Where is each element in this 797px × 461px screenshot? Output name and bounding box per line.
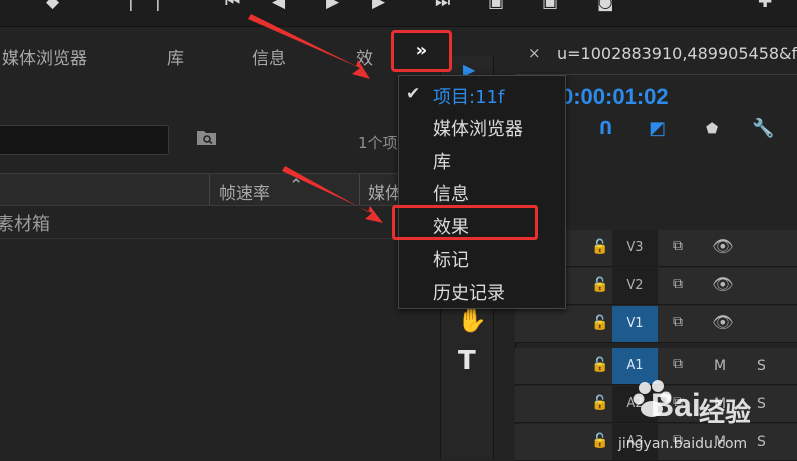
tab-libraries[interactable]: 库 (167, 44, 184, 69)
type-tool-icon[interactable]: T (458, 346, 476, 376)
panel-overflow-button[interactable]: » (391, 30, 452, 72)
tab-info[interactable]: 信息 (252, 44, 286, 69)
search-input[interactable] (0, 125, 169, 155)
export-frame-icon[interactable]: ◙ (597, 0, 614, 11)
panel-overflow-menu: ✔ 项目:11f 媒体浏览器 库 信息 效果 标记 历史记录 (398, 75, 566, 309)
track-target[interactable]: V2 (612, 268, 658, 304)
mark-out-icon[interactable]: | (155, 0, 161, 11)
menu-item-info[interactable]: 信息 (433, 180, 469, 206)
column-header: 帧速率 ⌃ 媒体 (0, 173, 402, 206)
lock-icon[interactable]: 🔓 (591, 315, 608, 331)
sync-lock-icon[interactable]: ⧉ (673, 238, 683, 254)
effects-highlight-box (392, 205, 538, 240)
menu-item-project[interactable]: 项目:11f (433, 83, 504, 109)
list-item[interactable] (0, 206, 398, 239)
column-frame-rate[interactable]: 帧速率 (219, 179, 270, 204)
track-target[interactable]: V1 (612, 306, 658, 342)
bin-label: 素材箱 (0, 214, 50, 235)
step-forward-icon[interactable]: ▶ (372, 0, 385, 11)
eye-icon[interactable]: 👁 (712, 275, 734, 295)
sync-lock-icon[interactable]: ⧉ (673, 356, 683, 372)
watermark-brand: Bai (651, 387, 701, 423)
sequence-title[interactable]: u=1002883910,489905458&fm=2 (557, 44, 797, 63)
go-to-in-icon[interactable]: ⏮ (225, 0, 240, 11)
tab-effects[interactable]: 效 (356, 44, 373, 69)
close-icon[interactable]: × (528, 44, 541, 62)
lock-icon[interactable]: 🔓 (591, 357, 608, 373)
marker-icon[interactable]: ◆ (46, 0, 59, 11)
item-count: 1个项 (358, 134, 398, 152)
check-icon: ✔ (406, 84, 421, 104)
eye-icon[interactable]: 👁 (712, 237, 734, 257)
mark-in-icon[interactable]: | (128, 0, 134, 11)
lock-icon[interactable]: 🔓 (591, 277, 608, 293)
watermark-brand-suffix: 经验 (699, 398, 752, 428)
transport-bar: ◆ | | ⏮ ◀ ▶ ▶ ⏭ ▣ ▣ ◙ ✚ (0, 0, 797, 27)
find-bin-icon[interactable] (196, 128, 218, 146)
go-to-out-icon[interactable]: ⏭ (435, 0, 450, 11)
insert-icon[interactable]: ▣ (488, 0, 504, 11)
menu-item-libraries[interactable]: 库 (433, 148, 451, 174)
lock-icon[interactable]: 🔓 (591, 239, 608, 255)
linked-selection-icon[interactable]: ◩ (649, 118, 666, 139)
overwrite-icon[interactable]: ▣ (542, 0, 558, 11)
project-panel (0, 27, 398, 459)
column-media[interactable]: 媒体 (368, 179, 402, 204)
wrench-icon[interactable]: 🔧 (752, 118, 774, 139)
sort-ascending-icon[interactable]: ⌃ (289, 176, 303, 196)
track-row: 🔓 V1 ⧉ 👁 (515, 306, 797, 343)
menu-item-markers[interactable]: 标记 (433, 246, 469, 272)
play-icon[interactable]: ▶ (326, 0, 339, 11)
menu-item-media-browser[interactable]: 媒体浏览器 (433, 115, 523, 141)
menu-item-history[interactable]: 历史记录 (433, 279, 505, 305)
step-back-icon[interactable]: ◀ (272, 0, 285, 11)
snap-icon[interactable]: Ո (599, 118, 612, 139)
hand-tool-icon[interactable]: ✋ (457, 306, 487, 334)
sync-lock-icon[interactable]: ⧉ (673, 314, 683, 330)
sync-lock-icon[interactable]: ⧉ (673, 276, 683, 292)
eye-icon[interactable]: 👁 (712, 313, 734, 333)
add-marker-icon[interactable]: ⬟ (706, 121, 718, 137)
add-button-icon[interactable]: ✚ (758, 0, 772, 11)
timecode[interactable]: 0:00:01:02 (561, 84, 669, 110)
track-target[interactable]: V3 (612, 230, 658, 266)
watermark-url: jingyan.baidu.com (618, 436, 748, 452)
tab-media-browser[interactable]: 媒体浏览器 (2, 44, 87, 69)
